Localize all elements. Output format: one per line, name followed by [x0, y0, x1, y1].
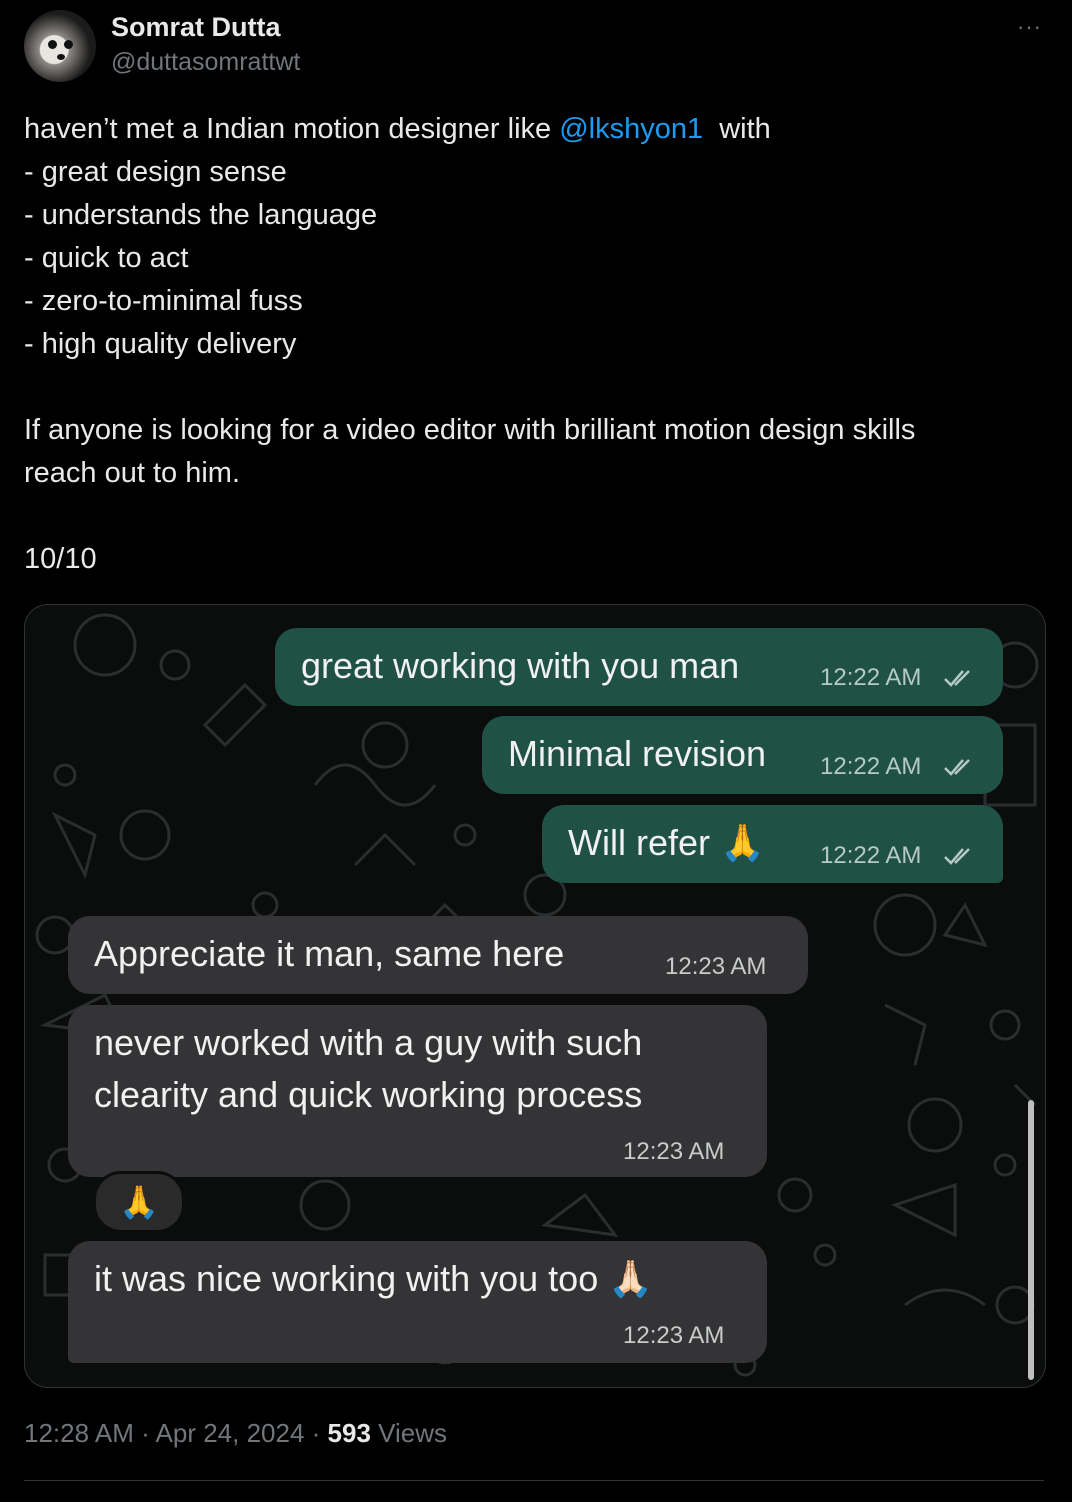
bullet-item: - great design sense — [24, 156, 287, 188]
tweet-date[interactable]: Apr 24, 2024 — [156, 1418, 305, 1448]
message-text-line: never worked with a guy with such — [94, 1022, 643, 1063]
bullet-item: - zero-to-minimal fuss — [24, 285, 303, 317]
scrollbar[interactable] — [1028, 1100, 1034, 1380]
bullet-item: - high quality delivery — [24, 328, 297, 360]
avatar-eye — [64, 40, 73, 49]
more-options-icon[interactable]: ··· — [1017, 14, 1042, 40]
author-name[interactable]: Somrat Dutta — [111, 12, 281, 43]
message-time: 12:22 AM — [820, 664, 922, 691]
meta-separator: · — [304, 1418, 328, 1448]
read-receipt-icon — [944, 759, 970, 776]
read-receipt-icon — [944, 848, 970, 865]
tweet-text-segment: haven’t met a Indian motion designer lik… — [24, 113, 560, 145]
avatar-eye — [48, 40, 57, 49]
tweet-meta: 12:28 AM · Apr 24, 2024 · 593 Views — [24, 1418, 447, 1449]
message-time: 12:23 AM — [665, 953, 767, 980]
divider — [24, 1480, 1044, 1481]
rating-text: 10/10 — [24, 543, 97, 575]
chat-bubble-incoming[interactable]: it was nice working with you too 🙏🏻 12:2… — [68, 1241, 767, 1363]
message-text: it was nice working with you too 🙏🏻 — [94, 1258, 654, 1299]
chat-screenshot[interactable]: great working with you man 12:22 AM Mini… — [24, 604, 1046, 1388]
message-text: great working with you man — [301, 645, 740, 686]
mention-link[interactable]: @lkshyon1 — [559, 113, 703, 145]
message-text-line: clearity and quick working process — [94, 1074, 643, 1115]
avatar-nose — [57, 54, 65, 60]
chat-bubble-incoming[interactable]: Appreciate it man, same here 12:23 AM — [68, 916, 808, 994]
tweet-line: haven’t met a Indian motion designer lik… — [24, 108, 1034, 151]
chat-bubble-incoming[interactable]: never worked with a guy with such cleari… — [68, 1005, 767, 1177]
tweet-time[interactable]: 12:28 AM — [24, 1418, 134, 1448]
paragraph-line: reach out to him. — [24, 457, 240, 489]
message-text: Will refer 🙏 — [568, 822, 765, 863]
bullet-item: - quick to act — [24, 242, 189, 274]
tweet-text: haven’t met a Indian motion designer lik… — [24, 108, 1034, 581]
message-text: Minimal revision — [508, 733, 767, 774]
read-receipt-icon — [944, 670, 970, 687]
meta-separator: · — [133, 1418, 156, 1448]
message-time: 12:23 AM — [623, 1138, 725, 1165]
paragraph-line: If anyone is looking for a video editor … — [24, 414, 916, 446]
message-time: 12:22 AM — [820, 842, 922, 869]
avatar[interactable] — [24, 10, 96, 82]
author-handle[interactable]: @duttasomrattwt — [111, 48, 300, 77]
tweet-text-segment: with — [703, 113, 771, 145]
reaction-badge[interactable]: 🙏 — [93, 1171, 185, 1233]
chat-bubble-outgoing[interactable]: Will refer 🙏 12:22 AM — [542, 805, 1003, 883]
bullet-item: - understands the language — [24, 199, 378, 231]
views-label: Views — [378, 1418, 448, 1448]
message-text: Appreciate it man, same here — [94, 933, 565, 974]
message-time: 12:22 AM — [820, 753, 922, 780]
chat-bubble-outgoing[interactable]: great working with you man 12:22 AM — [275, 628, 1003, 706]
chat-bubble-outgoing[interactable]: Minimal revision 12:22 AM — [482, 716, 1003, 794]
message-time: 12:23 AM — [623, 1322, 725, 1349]
views-count: 593 — [327, 1418, 371, 1448]
